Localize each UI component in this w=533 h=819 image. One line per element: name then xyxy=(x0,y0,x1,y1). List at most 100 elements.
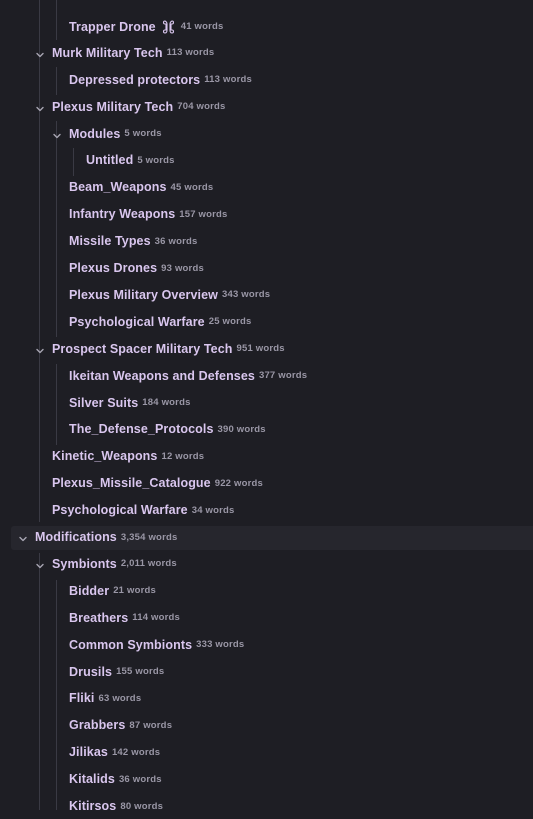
chevron-down-icon[interactable] xyxy=(17,533,29,545)
file-tree: Trapper Drone 41 words Murk Military Tech 1… xyxy=(0,0,533,813)
item-name: Bidder xyxy=(69,583,110,598)
item-name: Missile Types xyxy=(69,234,151,249)
tree-file-row[interactable]: Common Symbionts 333 words xyxy=(0,634,533,658)
item-name: The_Defense_Protocols xyxy=(69,422,214,437)
command-icon xyxy=(161,19,177,35)
item-name: Infantry Weapons xyxy=(69,207,176,222)
item-name: Psychological Warfare xyxy=(69,314,205,329)
tree-item-label: Drusils 155 words xyxy=(69,665,164,679)
item-name: Grabbers xyxy=(69,718,126,733)
tree-folder-row[interactable]: Prospect Spacer Military Tech 951 words xyxy=(0,338,533,362)
tree-item-label: Infantry Weapons 157 words xyxy=(69,207,228,221)
tree-item-label: Symbionts 2,011 words xyxy=(52,557,177,571)
tree-file-row[interactable]: Missile Types 36 words xyxy=(0,230,533,254)
tree-file-row[interactable]: Kinetic_Weapons 12 words xyxy=(0,445,533,469)
chevron-down-icon[interactable] xyxy=(51,130,63,142)
tree-file-row[interactable] xyxy=(0,0,533,12)
item-name: Plexus Military Tech xyxy=(52,99,174,114)
item-name: Jilikas xyxy=(69,745,108,760)
tree-item-label: Jilikas 142 words xyxy=(69,745,160,759)
tree-file-row[interactable]: The_Defense_Protocols 390 words xyxy=(0,418,533,442)
item-name: Kitalids xyxy=(69,772,115,787)
word-count: 87 words xyxy=(129,719,173,731)
word-count: 114 words xyxy=(132,612,181,624)
tree-file-row[interactable]: Plexus_Missile_Catalogue 922 words xyxy=(0,472,533,496)
tree-item-label: Trapper Drone 41 words xyxy=(69,19,224,35)
item-name: Modules xyxy=(69,126,121,141)
word-count: 25 words xyxy=(208,316,252,328)
item-name: Fliki xyxy=(69,691,95,706)
tree-folder-row[interactable]: Modifications 3,354 words xyxy=(11,526,533,550)
tree-item-label: Murk Military Tech 113 words xyxy=(52,46,214,60)
word-count: 377 words xyxy=(258,370,308,382)
chevron-down-icon[interactable] xyxy=(34,560,46,572)
item-name: Modifications xyxy=(35,530,117,544)
word-count: 155 words xyxy=(116,666,165,677)
tree-file-row[interactable]: Untitled 5 words xyxy=(0,149,533,173)
chevron-down-icon[interactable] xyxy=(34,345,46,357)
tree-file-row[interactable]: Bidder 21 words xyxy=(0,580,533,604)
item-name: Plexus Military Overview xyxy=(69,287,219,302)
tree-item-label: Untitled 5 words xyxy=(86,153,175,167)
tree-item-label: Grabbers 87 words xyxy=(69,718,172,732)
tree-item-label: Plexus Drones 93 words xyxy=(69,261,204,275)
tree-file-row[interactable]: Grabbers 87 words xyxy=(0,714,533,738)
tree-item-label: Kitirsos 80 words xyxy=(69,799,163,813)
tree-file-row[interactable]: Jilikas 142 words xyxy=(0,741,533,765)
item-name: Beam_Weapons xyxy=(69,180,167,195)
item-name: Depressed protectors xyxy=(69,72,201,87)
tree-file-row[interactable]: Ikeitan Weapons and Defenses 377 words xyxy=(0,365,533,389)
tree-file-row[interactable]: Kitalids 36 words xyxy=(0,768,533,792)
tree-item-label: Missile Types 36 words xyxy=(69,234,197,248)
item-name: Drusils xyxy=(69,664,113,679)
word-count: 922 words xyxy=(214,477,263,489)
tree-folder-row[interactable]: Plexus Military Tech 704 words xyxy=(0,96,533,120)
chevron-down-icon[interactable] xyxy=(34,49,46,61)
tree-file-row[interactable]: Plexus Military Overview 343 words xyxy=(0,284,533,308)
tree-item-label: Plexus Military Tech 704 words xyxy=(52,100,226,114)
tree-item-label: Fliki 63 words xyxy=(69,691,141,705)
tree-item-label: Ikeitan Weapons and Defenses 377 words xyxy=(69,369,307,383)
tree-item-label: Psychological Warfare 34 words xyxy=(52,503,235,517)
tree-file-row[interactable]: Silver Suits 184 words xyxy=(0,392,533,416)
tree-folder-row[interactable]: Modules 5 words xyxy=(0,123,533,147)
tree-file-row[interactable]: Trapper Drone 41 words xyxy=(0,15,533,39)
tree-file-row[interactable]: Breathers 114 words xyxy=(0,607,533,631)
word-count: 5 words xyxy=(137,154,175,166)
tree-file-row[interactable]: Drusils 155 words xyxy=(0,661,533,685)
tree-item-label: Plexus Military Overview 343 words xyxy=(69,288,270,302)
word-count: 142 words xyxy=(111,746,161,758)
item-name: Ikeitan Weapons and Defenses xyxy=(69,368,255,383)
word-count: 5 words xyxy=(124,128,162,139)
word-count: 34 words xyxy=(191,504,235,516)
tree-file-row[interactable]: Fliki 63 words xyxy=(0,687,533,711)
tree-item-label: Breathers 114 words xyxy=(69,611,180,625)
tree-folder-row[interactable]: Symbionts 2,011 words xyxy=(0,553,533,577)
word-count: 113 words xyxy=(204,74,252,86)
item-name: Murk Military Tech xyxy=(52,45,163,60)
tree-file-row[interactable]: Plexus Drones 93 words xyxy=(0,257,533,281)
tree-item-label: Modules 5 words xyxy=(69,127,162,141)
word-count: 3,354 words xyxy=(120,531,178,543)
item-name: Plexus_Missile_Catalogue xyxy=(52,476,211,491)
word-count: 2,011 words xyxy=(120,558,177,570)
word-count: 951 words xyxy=(236,343,285,355)
word-count: 41 words xyxy=(180,21,224,33)
tree-file-row[interactable]: Psychological Warfare 34 words xyxy=(0,499,533,523)
item-name: Trapper Drone xyxy=(69,19,156,34)
word-count: 12 words xyxy=(161,450,205,462)
tree-file-row[interactable]: Kitirsos 80 words xyxy=(0,795,533,819)
tree-file-row[interactable]: Infantry Weapons 157 words xyxy=(0,203,533,227)
tree-item-label: Prospect Spacer Military Tech 951 words xyxy=(52,342,285,356)
word-count: 390 words xyxy=(217,423,266,435)
item-name: Prospect Spacer Military Tech xyxy=(52,341,233,356)
tree-file-row[interactable]: Depressed protectors 113 words xyxy=(0,69,533,93)
tree-folder-row[interactable]: Murk Military Tech 113 words xyxy=(0,42,533,66)
chevron-down-icon[interactable] xyxy=(34,103,46,115)
word-count: 36 words xyxy=(154,235,198,247)
tree-file-row[interactable]: Beam_Weapons 45 words xyxy=(0,176,533,200)
item-name: Kitirsos xyxy=(69,799,117,813)
item-name: Symbionts xyxy=(52,556,117,571)
tree-item-label: Silver Suits 184 words xyxy=(69,396,191,410)
tree-file-row[interactable]: Psychological Warfare 25 words xyxy=(0,311,533,335)
